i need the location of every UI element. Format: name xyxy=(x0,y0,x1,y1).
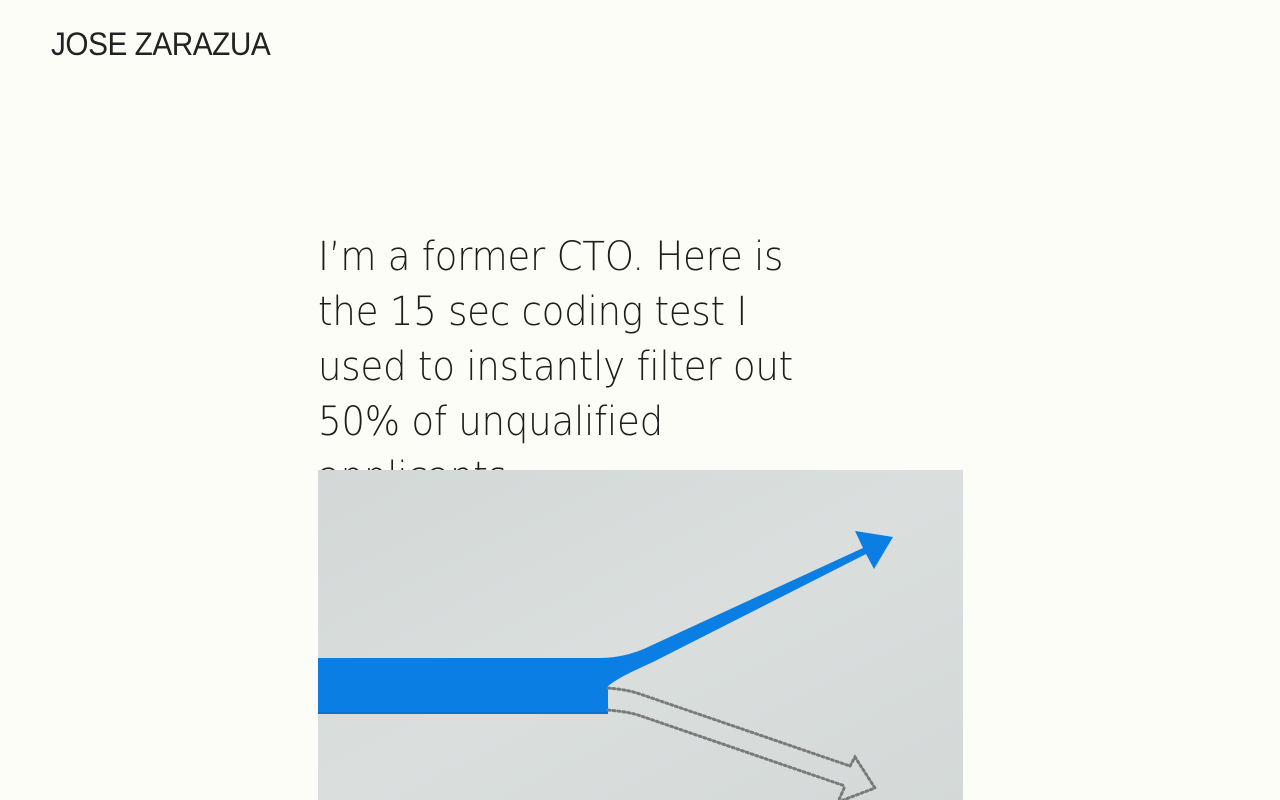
post-title[interactable]: I’m a former CTO. Here is the 15 sec cod… xyxy=(318,230,839,505)
hero-image xyxy=(318,470,963,800)
diverging-arrows-illustration xyxy=(318,470,963,800)
site-title-link[interactable]: JOSE ZARAZUA xyxy=(51,26,271,63)
